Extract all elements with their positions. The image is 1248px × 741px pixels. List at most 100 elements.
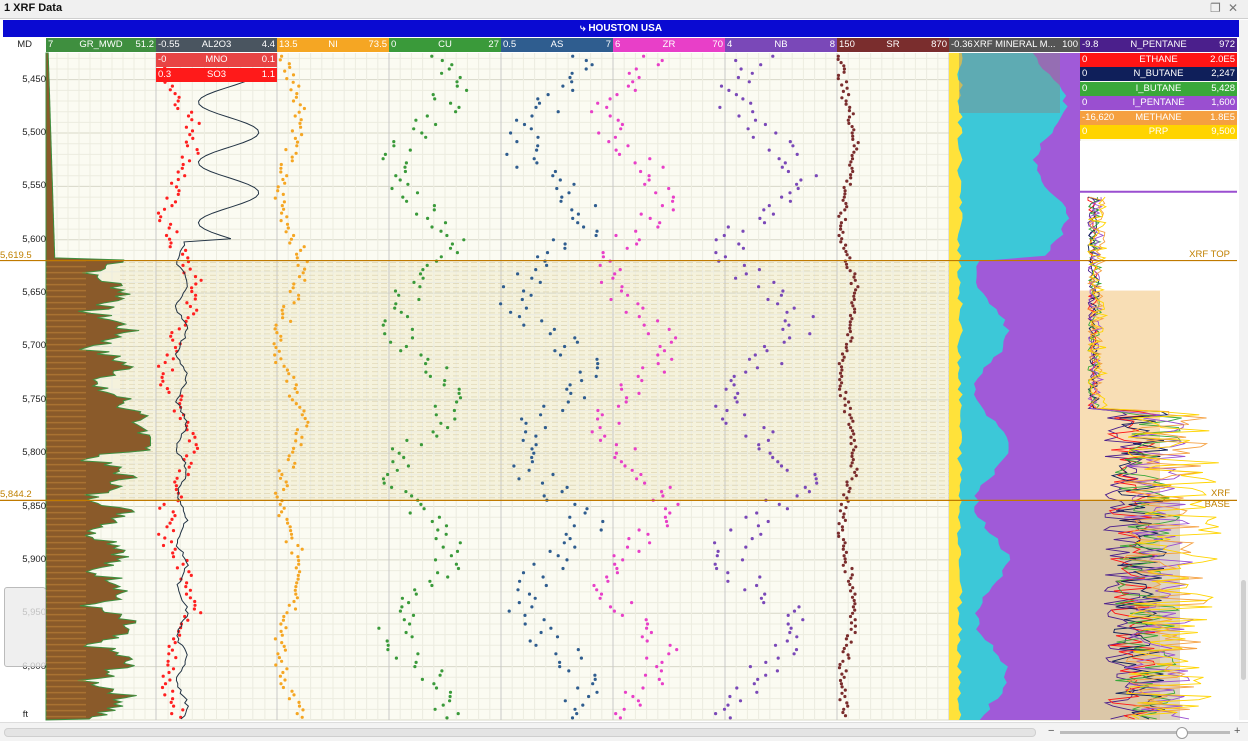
formation-name-label[interactable]: XRF TOP — [1184, 249, 1230, 260]
zr-point — [608, 605, 613, 609]
nb-point — [751, 110, 755, 114]
log-plot[interactable] — [0, 0, 1248, 740]
track-header-al2o3[interactable]: -0.55 AL2O3 4.4 — [156, 38, 277, 52]
zr-point — [615, 93, 619, 97]
nb-point — [762, 208, 766, 212]
cu-point — [448, 694, 452, 699]
gas-header-ethane[interactable]: 0 ETHANE 2.0E5 — [1080, 52, 1237, 67]
depth-overview-thumb[interactable] — [4, 587, 46, 667]
nb-point — [767, 148, 771, 152]
as-point — [572, 524, 576, 528]
gas-header-n-butane[interactable]: 0 N_BUTANE 2,247 — [1080, 67, 1237, 81]
as-point — [542, 494, 546, 498]
as-point — [515, 118, 519, 122]
as-point — [520, 297, 524, 302]
gas-header-prp[interactable]: 0 PRP 9,500 — [1080, 125, 1237, 139]
cu-point — [397, 451, 401, 455]
so3-point — [161, 379, 165, 383]
ni-point — [285, 379, 289, 383]
vertical-scroll-thumb[interactable] — [1241, 580, 1246, 680]
zoom-out-icon[interactable]: − — [1048, 725, 1054, 737]
scroll-track[interactable] — [4, 728, 1036, 737]
sr-point — [852, 297, 856, 302]
ni-point — [289, 88, 293, 92]
so3-point — [162, 502, 166, 506]
curve-header-mno[interactable]: -0 MNO 0.1 — [156, 53, 277, 67]
sr-point — [848, 406, 853, 410]
nb-point — [774, 131, 778, 135]
ni-point — [285, 77, 289, 81]
sr-point — [842, 195, 846, 199]
so3-point — [176, 177, 180, 182]
zoom-in-icon[interactable]: + — [1234, 725, 1240, 737]
zr-point — [619, 127, 623, 131]
horizontal-scrollbar[interactable]: − + — [0, 722, 1248, 741]
track-header-as[interactable]: 0.5 AS 7 — [501, 38, 613, 52]
sr-point — [843, 208, 847, 212]
track-header-nb[interactable]: 4 NB 8 — [725, 38, 837, 52]
sr-point — [848, 486, 852, 490]
nb-point — [766, 438, 771, 442]
gas-header-methane[interactable]: -16,620 METHANE 1.8E5 — [1080, 110, 1237, 125]
cu-point — [462, 238, 466, 242]
gas-header-n-pentane[interactable]: -9.8 N_PENTANE 972 — [1080, 38, 1237, 52]
zr-point — [614, 451, 619, 455]
ni-point — [275, 331, 279, 335]
zr-point — [615, 566, 619, 571]
zoom-slider-handle[interactable] — [1176, 727, 1188, 739]
zr-point — [621, 558, 625, 562]
sr-point — [841, 547, 845, 551]
track-header-sr[interactable]: 150 SR 870 — [837, 38, 949, 52]
vertical-scrollbar[interactable] — [1239, 20, 1248, 720]
so3-point — [157, 364, 161, 368]
zr-point — [638, 703, 642, 707]
sr-point — [840, 96, 844, 100]
cu-point — [398, 609, 402, 613]
sr-point — [852, 150, 856, 154]
track-header-ni[interactable]: 13.5 NI 73.5 — [277, 38, 389, 52]
ni-point — [306, 420, 310, 424]
so3-point — [184, 140, 188, 144]
track-header-cu[interactable]: 0 CU 27 — [389, 38, 501, 52]
track-header-xrf-mineral-m-[interactable]: -0.36 XRF MINERAL M... 100 — [949, 38, 1080, 52]
depth-tick-label: 5,900 — [22, 553, 46, 565]
cu-point — [428, 579, 432, 583]
cu-point — [432, 682, 436, 686]
ni-point — [273, 327, 277, 331]
as-point — [539, 413, 543, 417]
nb-point — [787, 323, 791, 327]
so3-point — [173, 103, 177, 107]
nb-point — [755, 583, 759, 588]
curve-header-so3[interactable]: 0.3 SO3 1.1 — [156, 67, 277, 82]
so3-point — [171, 555, 176, 559]
nb-point — [763, 122, 768, 127]
sr-point — [852, 275, 856, 279]
as-point — [499, 302, 503, 306]
so3-point — [181, 162, 185, 167]
so3-point — [177, 327, 181, 331]
cu-point — [445, 716, 449, 720]
formation-name-label[interactable]: XRF BASE — [1184, 488, 1230, 510]
sr-point — [850, 157, 855, 161]
cu-point — [405, 315, 410, 319]
track-max: 7 — [605, 39, 611, 50]
zr-point — [633, 88, 637, 92]
as-point — [545, 263, 549, 267]
so3-point — [188, 267, 192, 271]
gas-header-i-butane[interactable]: 0 I_BUTANE 5,428 — [1080, 81, 1237, 96]
track-header-zr[interactable]: 6 ZR 70 — [613, 38, 725, 52]
nb-point — [807, 490, 812, 494]
sr-point — [848, 614, 853, 619]
cu-point — [455, 549, 460, 554]
sr-point — [850, 131, 854, 135]
cu-point — [439, 255, 443, 259]
as-point — [529, 293, 533, 297]
gas-header-i-pentane[interactable]: 0 I_PENTANE 1,600 — [1080, 96, 1237, 110]
zoom-slider[interactable] — [1060, 731, 1230, 734]
sr-point — [843, 189, 847, 193]
ni-point — [294, 431, 298, 436]
track-header-gr-mwd[interactable]: 7 GR_MWD 51.2 — [46, 38, 156, 52]
ni-point — [279, 162, 283, 167]
nb-point — [724, 421, 728, 425]
cu-point — [449, 554, 453, 558]
